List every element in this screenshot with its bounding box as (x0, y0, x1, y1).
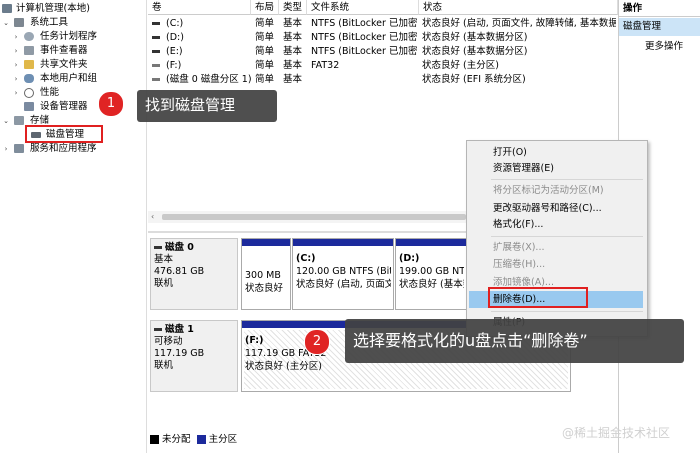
tools-icon (14, 18, 24, 27)
table-row[interactable]: (E:) 简单 基本 NTFS (BitLocker 已加密) 状态良好 (基本… (148, 45, 618, 58)
column-header-status[interactable]: 状态 (419, 0, 618, 15)
callout-step-2: 选择要格式化的u盘点击“删除卷” (345, 319, 684, 363)
column-header-volume[interactable]: 卷 (148, 0, 251, 15)
menu-item-open[interactable]: 打开(O) (493, 145, 527, 160)
menu-item-extend[interactable]: 扩展卷(X)... (493, 240, 544, 255)
chevron-right-icon[interactable]: › (12, 86, 20, 100)
chevron-right-icon[interactable]: › (12, 58, 20, 72)
disk-1-label[interactable]: 磁盘 1 可移动 117.19 GB 联机 (150, 320, 238, 392)
menu-separator (491, 311, 643, 312)
computer-icon (2, 4, 12, 13)
partition-c[interactable]: (C:) 120.00 GB NTFS (BitL 状态良好 (启动, 页面文 (292, 238, 394, 310)
menu-item-format[interactable]: 格式化(F)... (493, 217, 543, 232)
performance-icon (24, 88, 34, 98)
partition-bar (396, 239, 466, 246)
menu-item-mark-active[interactable]: 将分区标记为活动分区(M) (493, 183, 604, 198)
callout-step-1: 找到磁盘管理 (137, 90, 277, 122)
table-row[interactable]: (C:) 简单 基本 NTFS (BitLocker 已加密) 状态良好 (启动… (148, 17, 618, 30)
navigation-tree: 计算机管理(本地) ⌄ 系统工具 › 任务计划程序 › 事件查看器 › 共享文件… (0, 0, 147, 453)
table-row[interactable]: (磁盘 0 磁盘分区 1) 简单 基本 状态良好 (EFI 系统分区) (148, 73, 618, 86)
tree-item-services-apps[interactable]: › 服务和应用程序 (2, 142, 97, 156)
chevron-right-icon[interactable]: › (12, 30, 20, 44)
tree-item-performance[interactable]: › 性能 (12, 86, 59, 100)
folder-icon (24, 60, 34, 69)
menu-separator (491, 179, 643, 180)
menu-item-shrink[interactable]: 压缩卷(H)... (493, 257, 545, 272)
legend: 未分配 主分区 (150, 433, 237, 447)
scroll-left-icon[interactable]: ‹ (151, 212, 154, 221)
highlight-delete-volume (488, 287, 588, 308)
menu-item-explorer[interactable]: 资源管理器(E) (493, 161, 554, 176)
scrollbar-thumb[interactable] (162, 214, 466, 220)
device-manager-icon (24, 102, 34, 111)
tree-item-system-tools[interactable]: ⌄ 系统工具 (2, 16, 68, 30)
chevron-right-icon[interactable]: › (2, 142, 10, 156)
tree-item-task-scheduler[interactable]: › 任务计划程序 (12, 30, 97, 44)
volume-icon (152, 50, 160, 53)
disk-icon (154, 246, 162, 249)
chevron-right-icon[interactable]: › (12, 44, 20, 58)
disk-icon (154, 328, 162, 331)
partition-bar (293, 239, 393, 246)
partition-d[interactable]: (D:)199.00 GB NTFS (Bi状态良好 (基本数据 (395, 238, 467, 310)
legend-swatch-unallocated (150, 435, 159, 444)
event-log-icon (24, 46, 34, 55)
highlight-disk-management (25, 125, 103, 143)
menu-separator (491, 236, 643, 237)
table-row[interactable]: (F:) 简单 基本 FAT32 状态良好 (主分区) (148, 59, 618, 72)
tree-item-local-users[interactable]: › 本地用户和组 (12, 72, 97, 86)
services-icon (14, 144, 24, 153)
clock-icon (24, 32, 34, 41)
step-2-badge: 2 (304, 329, 330, 355)
disk-0-label[interactable]: 磁盘 0 基本 476.81 GB 联机 (150, 238, 238, 310)
menu-item-change-letter[interactable]: 更改驱动器号和路径(C)... (493, 201, 602, 216)
chevron-down-icon[interactable]: ⌄ (2, 114, 10, 128)
partition-efi[interactable]: 300 MB 状态良好 (241, 238, 291, 310)
tree-item-device-manager[interactable]: 设备管理器 (12, 100, 88, 114)
volume-icon (152, 78, 160, 81)
users-icon (24, 74, 34, 83)
partition-bar (242, 239, 290, 246)
step-1-badge: 1 (98, 91, 124, 117)
actions-section-disk-management[interactable]: 磁盘管理 (619, 18, 700, 36)
chevron-down-icon[interactable]: ⌄ (2, 16, 10, 30)
tree-item-root[interactable]: 计算机管理(本地) (2, 2, 90, 16)
volume-icon (152, 22, 160, 25)
legend-swatch-primary (196, 435, 206, 444)
actions-header: 操作 (619, 0, 700, 17)
storage-icon (14, 116, 24, 125)
table-row[interactable]: (D:) 简单 基本 NTFS (BitLocker 已加密) 状态良好 (基本… (148, 31, 618, 44)
chevron-right-icon[interactable]: › (12, 72, 20, 86)
more-actions-link[interactable]: 更多操作 (645, 39, 683, 54)
volume-icon (152, 64, 160, 67)
column-header-filesystem[interactable]: 文件系统 (307, 0, 419, 15)
column-header-type[interactable]: 类型 (279, 0, 307, 15)
column-header-layout[interactable]: 布局 (251, 0, 279, 15)
tree-item-event-viewer[interactable]: › 事件查看器 (12, 44, 88, 58)
tree-item-shared-folders[interactable]: › 共享文件夹 (12, 58, 88, 72)
volume-icon (152, 36, 160, 39)
watermark: @稀土掘金技术社区 (562, 426, 671, 440)
